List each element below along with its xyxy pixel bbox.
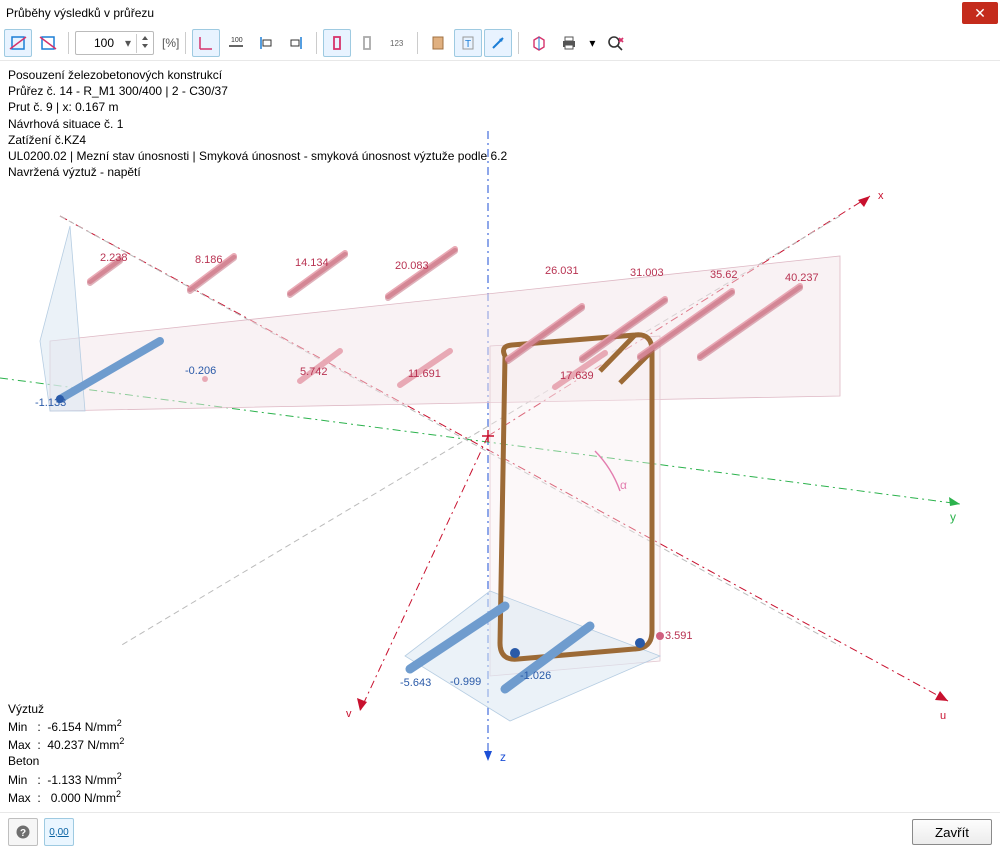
bar-value-top-6: 35.62	[710, 269, 738, 281]
zoom-stepper-icon[interactable]	[136, 34, 153, 53]
close-window-button[interactable]: ✕	[962, 2, 998, 24]
bar-value-top-2: 14.134	[295, 257, 329, 269]
dimension-button[interactable]: 100	[222, 29, 250, 57]
section-gray-button[interactable]	[353, 29, 381, 57]
info-line-4: Návrhová situace č. 1	[8, 116, 507, 132]
bar-value-mid-3: 17.639	[560, 370, 594, 382]
info-line-3: Prut č. 9 | x: 0.167 m	[8, 99, 507, 115]
bar-value-bot-4: 3.591	[665, 630, 693, 642]
units-footer-button[interactable]: 0,00	[44, 818, 74, 846]
axis-v-label: v	[346, 708, 352, 720]
info-line-7: Navržená výztuž - napětí	[8, 164, 507, 180]
svg-text:123: 123	[390, 39, 404, 48]
legend-reinf-max: Max : 40.237 N/mm2	[8, 735, 124, 753]
svg-text:100: 100	[231, 37, 243, 44]
stress-t-button[interactable]: T	[454, 29, 482, 57]
axis-toggle-button[interactable]	[192, 29, 220, 57]
axis-u-label: u	[940, 710, 946, 722]
bar-value-mid-2: 11.691	[408, 368, 441, 380]
print-button[interactable]	[555, 29, 583, 57]
toolbar-separator	[518, 32, 519, 54]
toolbar-separator	[185, 32, 186, 54]
zoom-reset-button[interactable]	[601, 29, 629, 57]
info-line-2: Průřez č. 14 - R_M1 300/400 | 2 - C30/37	[8, 83, 507, 99]
bar-value-bot-3: -1.026	[520, 670, 551, 682]
viewport[interactable]: z y x u v α	[0, 61, 1000, 812]
info-line-5: Zatížení č.KZ4	[8, 132, 507, 148]
bar-value-top-5: 31.003	[630, 267, 664, 279]
mode-1-button[interactable]	[4, 29, 32, 57]
force-arrow-button[interactable]	[484, 29, 512, 57]
bar-value-bot-0: -1.133	[35, 397, 66, 409]
bar-value-top-7: 40.237	[785, 272, 819, 284]
section-red-button[interactable]	[323, 29, 351, 57]
toolbar: 100 ▾ [%] 100 123	[0, 26, 1000, 61]
info-footer-button[interactable]: ?	[8, 818, 38, 846]
view-3d-button[interactable]	[525, 29, 553, 57]
svg-text:T: T	[465, 39, 471, 50]
numbers-button[interactable]: 123	[383, 29, 411, 57]
toolbar-separator	[417, 32, 418, 54]
fill-button[interactable]	[424, 29, 452, 57]
zoom-value: 100	[76, 36, 120, 50]
bar-value-mid-0: -0.206	[185, 365, 216, 377]
toolbar-separator	[316, 32, 317, 54]
legend-reinf-title: Výztuž	[8, 701, 124, 717]
bar-value-bot-2: -0.999	[450, 676, 481, 688]
toolbar-separator	[68, 32, 69, 54]
zoom-input[interactable]: 100 ▾	[75, 31, 154, 55]
legend-conc-min: Min : -1.133 N/mm2	[8, 770, 124, 788]
bar-value-mid-1: 5.742	[300, 366, 328, 378]
bar-value-top-4: 26.031	[545, 265, 579, 277]
bar-value-bot-1: -5.643	[400, 677, 431, 689]
window-title: Průběhy výsledků v průřezu	[6, 6, 962, 20]
axis-y-label: y	[950, 510, 956, 524]
print-dropdown-icon[interactable]: ▾	[585, 29, 599, 57]
right-align-button[interactable]	[282, 29, 310, 57]
legend-conc-title: Beton	[8, 753, 124, 769]
info-line-6: UL0200.02 | Mezní stav únosnosti | Smyko…	[8, 148, 507, 164]
svg-text:?: ?	[20, 828, 26, 839]
legend-reinf-min: Min : -6.154 N/mm2	[8, 717, 124, 735]
mode-2-button[interactable]	[34, 29, 62, 57]
zoom-unit: [%]	[162, 36, 179, 50]
bar-value-top-1: 8.186	[195, 254, 223, 266]
bar-value-top-3: 20.083	[395, 260, 429, 272]
bar-value-top-0: 2.238	[100, 252, 128, 264]
info-block: Posouzení železobetonových konstrukcí Pr…	[8, 67, 507, 180]
legend-block: Výztuž Min : -6.154 N/mm2 Max : 40.237 N…	[8, 701, 124, 806]
legend-conc-max: Max : 0.000 N/mm2	[8, 788, 124, 806]
left-align-button[interactable]	[252, 29, 280, 57]
zoom-dropdown-icon[interactable]: ▾	[120, 36, 136, 50]
close-footer-button[interactable]: Zavřít	[912, 819, 992, 845]
info-line-1: Posouzení železobetonových konstrukcí	[8, 67, 507, 83]
axis-z-label: z	[500, 750, 506, 764]
axis-x-label: x	[878, 190, 884, 202]
